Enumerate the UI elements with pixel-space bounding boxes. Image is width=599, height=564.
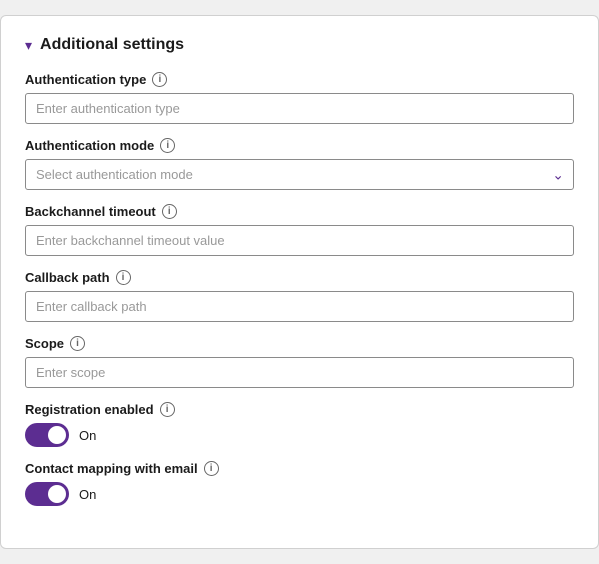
section-title: Additional settings	[40, 36, 184, 54]
registration-enabled-label: Registration enabled i	[25, 402, 574, 417]
auth-type-input[interactable]	[25, 93, 574, 124]
registration-enabled-status: On	[79, 428, 96, 443]
contact-mapping-label: Contact mapping with email i	[25, 461, 574, 476]
contact-mapping-group: Contact mapping with email i On	[25, 461, 574, 506]
registration-enabled-slider	[25, 423, 69, 447]
contact-mapping-status: On	[79, 487, 96, 502]
auth-mode-info-icon[interactable]: i	[160, 138, 175, 153]
callback-path-input[interactable]	[25, 291, 574, 322]
auth-type-label: Authentication type i	[25, 72, 574, 87]
registration-enabled-info-icon[interactable]: i	[160, 402, 175, 417]
additional-settings-card: ▾ Additional settings Authentication typ…	[0, 15, 599, 549]
backchannel-timeout-group: Backchannel timeout i	[25, 204, 574, 256]
contact-mapping-toggle-row: On	[25, 482, 574, 506]
scope-input[interactable]	[25, 357, 574, 388]
auth-mode-label: Authentication mode i	[25, 138, 574, 153]
contact-mapping-info-icon[interactable]: i	[204, 461, 219, 476]
scope-label: Scope i	[25, 336, 574, 351]
contact-mapping-slider	[25, 482, 69, 506]
callback-path-group: Callback path i	[25, 270, 574, 322]
section-header: ▾ Additional settings	[25, 36, 574, 54]
auth-mode-group: Authentication mode i Select authenticat…	[25, 138, 574, 190]
registration-enabled-toggle-row: On	[25, 423, 574, 447]
registration-enabled-group: Registration enabled i On	[25, 402, 574, 447]
auth-mode-select[interactable]: Select authentication mode	[25, 159, 574, 190]
backchannel-timeout-input[interactable]	[25, 225, 574, 256]
auth-type-info-icon[interactable]: i	[152, 72, 167, 87]
callback-path-info-icon[interactable]: i	[116, 270, 131, 285]
backchannel-timeout-info-icon[interactable]: i	[162, 204, 177, 219]
auth-type-group: Authentication type i	[25, 72, 574, 124]
scope-info-icon[interactable]: i	[70, 336, 85, 351]
callback-path-label: Callback path i	[25, 270, 574, 285]
backchannel-timeout-label: Backchannel timeout i	[25, 204, 574, 219]
registration-enabled-toggle[interactable]	[25, 423, 69, 447]
collapse-icon[interactable]: ▾	[25, 37, 32, 54]
auth-mode-select-wrapper: Select authentication mode ⌄	[25, 159, 574, 190]
scope-group: Scope i	[25, 336, 574, 388]
contact-mapping-toggle[interactable]	[25, 482, 69, 506]
